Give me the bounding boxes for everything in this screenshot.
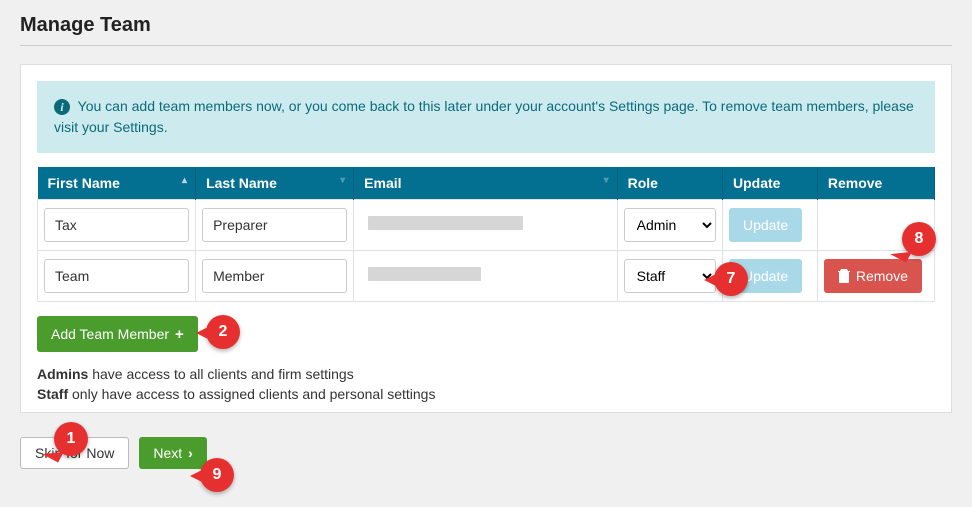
info-banner-text: You can add team members now, or you com… <box>54 98 914 135</box>
first-name-input[interactable] <box>44 208 189 242</box>
plus-icon: + <box>175 326 184 343</box>
next-button[interactable]: Next › <box>139 437 206 469</box>
bottom-buttons: Skip for Now Next › <box>20 437 952 469</box>
table-row: Admin Update <box>38 200 935 251</box>
chevron-right-icon: › <box>188 445 193 461</box>
info-icon: i <box>54 99 70 115</box>
role-select[interactable]: Admin <box>624 208 716 242</box>
role-select[interactable]: Staff <box>624 259 716 293</box>
email-redacted <box>368 216 523 230</box>
col-email[interactable]: Email <box>354 167 617 200</box>
remove-button[interactable]: Remove <box>824 259 922 293</box>
staff-role-text: only have access to assigned clients and… <box>68 386 435 402</box>
last-name-input[interactable] <box>202 259 347 293</box>
next-button-label: Next <box>153 445 182 461</box>
info-banner: i You can add team members now, or you c… <box>37 81 935 153</box>
add-team-member-label: Add Team Member <box>51 326 169 342</box>
update-button[interactable]: Update <box>729 208 802 242</box>
trash-icon <box>838 269 850 283</box>
admin-role-desc: Admins have access to all clients and fi… <box>37 366 935 382</box>
col-first-name[interactable]: First Name <box>38 167 196 200</box>
add-team-member-button[interactable]: Add Team Member + <box>37 316 198 352</box>
col-remove: Remove <box>817 167 934 200</box>
admin-role-text: have access to all clients and firm sett… <box>88 366 353 382</box>
page-title: Manage Team <box>20 14 952 37</box>
skip-button[interactable]: Skip for Now <box>20 437 129 469</box>
remove-button-label: Remove <box>856 268 908 284</box>
first-name-input[interactable] <box>44 259 189 293</box>
team-table: First Name Last Name Email Role Update R… <box>37 167 935 302</box>
last-name-input[interactable] <box>202 208 347 242</box>
update-button[interactable]: Update <box>729 259 802 293</box>
staff-role-desc: Staff only have access to assigned clien… <box>37 386 935 402</box>
staff-role-prefix: Staff <box>37 386 68 402</box>
col-role: Role <box>617 167 722 200</box>
col-update: Update <box>723 167 818 200</box>
admin-role-prefix: Admins <box>37 366 88 382</box>
email-redacted <box>368 267 481 281</box>
title-divider <box>20 45 952 46</box>
col-last-name[interactable]: Last Name <box>196 167 354 200</box>
table-row: Staff Update Remove <box>38 251 935 302</box>
team-panel: i You can add team members now, or you c… <box>20 64 952 413</box>
